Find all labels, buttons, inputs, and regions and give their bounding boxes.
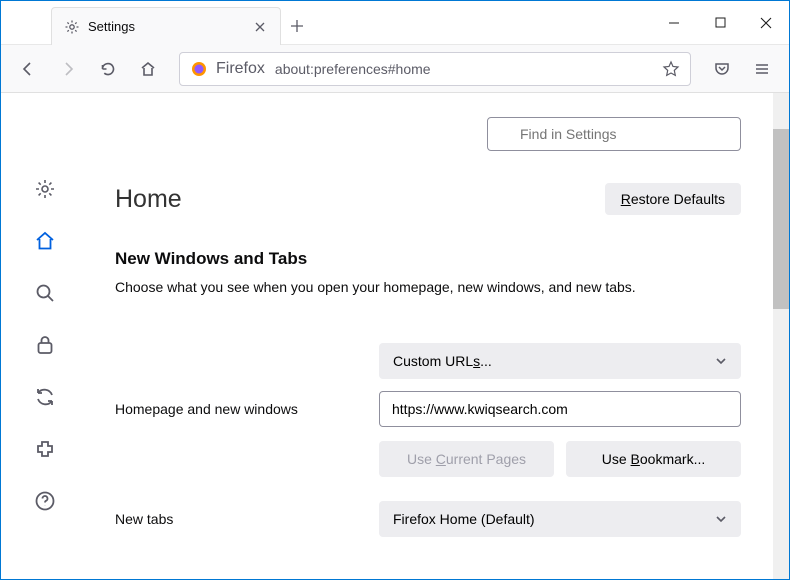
close-icon[interactable] <box>252 19 268 35</box>
new-tab-button[interactable] <box>281 7 313 44</box>
sidebar-sync-icon[interactable] <box>33 385 57 409</box>
restore-defaults-button[interactable]: Restore Defaults <box>605 183 741 215</box>
back-button[interactable] <box>11 52 45 86</box>
maximize-button[interactable] <box>697 1 743 44</box>
close-window-button[interactable] <box>743 1 789 44</box>
toolbar: Firefox about:preferences#home <box>1 45 789 93</box>
find-settings-wrap <box>487 117 741 151</box>
url-prefix: Firefox <box>216 60 265 78</box>
url-bar[interactable]: Firefox about:preferences#home <box>179 52 691 86</box>
chevron-down-icon <box>715 355 727 367</box>
window: Settings Firefox about:preferences#home <box>0 0 790 580</box>
forward-button[interactable] <box>51 52 85 86</box>
homepage-label: Homepage and new windows <box>115 401 355 417</box>
use-bookmark-text: ookmark... <box>640 451 705 467</box>
gear-icon <box>64 19 80 35</box>
use-current-text: urrent Pages <box>446 451 526 467</box>
pocket-icon[interactable] <box>705 52 739 86</box>
reload-button[interactable] <box>91 52 125 86</box>
firefox-icon <box>190 60 208 78</box>
window-controls <box>651 1 789 44</box>
home-button[interactable] <box>131 52 165 86</box>
use-bookmark-button[interactable]: Use Bookmark... <box>566 441 741 477</box>
newtabs-dropdown-label: Firefox Home (Default) <box>393 511 535 527</box>
bookmark-star-icon[interactable] <box>662 60 680 78</box>
dropdown-label: Custom URLs... <box>393 353 492 369</box>
sidebar-home-icon[interactable] <box>33 229 57 253</box>
homepage-url-input[interactable] <box>379 391 741 427</box>
newtabs-dropdown[interactable]: Firefox Home (Default) <box>379 501 741 537</box>
homepage-type-dropdown[interactable]: Custom URLs... <box>379 343 741 379</box>
sidebar <box>1 93 89 579</box>
menu-button[interactable] <box>745 52 779 86</box>
scrollbar[interactable] <box>773 93 789 579</box>
sidebar-search-icon[interactable] <box>33 281 57 305</box>
sidebar-help-icon[interactable] <box>33 489 57 513</box>
restore-label: estore Defaults <box>631 191 725 207</box>
minimize-button[interactable] <box>651 1 697 44</box>
content: Home Restore Defaults New Windows and Ta… <box>1 93 789 579</box>
tab-title: Settings <box>88 19 244 34</box>
browser-tab[interactable]: Settings <box>51 7 281 45</box>
use-current-pages-button[interactable]: Use Current Pages <box>379 441 554 477</box>
sidebar-general-icon[interactable] <box>33 177 57 201</box>
scrollbar-thumb[interactable] <box>773 129 789 309</box>
sidebar-extensions-icon[interactable] <box>33 437 57 461</box>
url-path: about:preferences#home <box>275 61 431 77</box>
main: Home Restore Defaults New Windows and Ta… <box>89 93 789 579</box>
newtabs-label: New tabs <box>115 511 355 527</box>
section-title: New Windows and Tabs <box>115 249 741 269</box>
section-description: Choose what you see when you open your h… <box>115 279 741 295</box>
page-title: Home <box>115 185 182 214</box>
titlebar: Settings <box>1 1 789 45</box>
sidebar-privacy-icon[interactable] <box>33 333 57 357</box>
find-settings-input[interactable] <box>487 117 741 151</box>
chevron-down-icon <box>715 513 727 525</box>
